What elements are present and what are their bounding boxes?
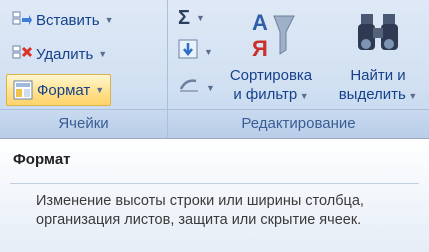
svg-text:Я: Я <box>252 36 268 61</box>
cells-group: Вставить ▼ Удалить ▼ Формат ▼ Ячейки <box>0 0 168 138</box>
find-select-button[interactable]: Найти и выделить ▼ <box>328 6 428 106</box>
find-label-line1: Найти и <box>350 67 406 84</box>
format-tooltip: Формат Изменение высоты строки или ширин… <box>0 138 429 252</box>
tooltip-title: Формат <box>13 151 71 168</box>
sort-filter-icon: А Я <box>246 6 296 66</box>
clear-button[interactable]: ▼ <box>178 76 218 100</box>
sum-icon: Σ <box>178 6 191 29</box>
eraser-icon <box>178 75 200 101</box>
insert-label: Вставить <box>36 11 100 29</box>
fill-button[interactable]: ▼ <box>178 39 218 65</box>
delete-cells-icon <box>12 44 33 64</box>
cells-group-caption: Ячейки <box>0 109 167 138</box>
sort-filter-button[interactable]: А Я Сортировка и фильтр ▼ <box>221 6 321 106</box>
find-label-line2: выделить <box>338 86 406 103</box>
ribbon: Вставить ▼ Удалить ▼ Формат ▼ Ячейки Σ ▼… <box>0 0 429 138</box>
chevron-down-icon: ▼ <box>206 83 215 93</box>
insert-button[interactable]: Вставить ▼ <box>12 6 114 34</box>
fill-down-icon <box>178 39 198 65</box>
editing-group: Σ ▼ ▼ ▼ А Я Сортировка и фильтр ▼ Найти … <box>168 0 429 138</box>
format-button[interactable]: Формат ▼ <box>6 74 112 106</box>
editing-group-caption: Редактирование <box>168 109 429 138</box>
delete-button[interactable]: Удалить ▼ <box>12 40 107 68</box>
chevron-down-icon: ▼ <box>104 15 114 25</box>
chevron-down-icon: ▼ <box>405 91 418 101</box>
autosum-button[interactable]: Σ ▼ <box>178 6 218 30</box>
tooltip-divider <box>10 183 419 184</box>
binoculars-icon <box>353 6 403 66</box>
sort-label-line2: и фильтр <box>233 86 298 103</box>
chevron-down-icon: ▼ <box>196 13 205 23</box>
insert-cells-icon <box>12 10 32 30</box>
delete-label: Удалить <box>36 45 94 63</box>
sort-label-line1: Сортировка <box>229 67 313 84</box>
svg-text:А: А <box>252 10 268 35</box>
chevron-down-icon: ▼ <box>204 47 213 57</box>
chevron-down-icon: ▼ <box>95 85 105 95</box>
chevron-down-icon: ▼ <box>297 91 309 101</box>
tooltip-body: Изменение высоты строки или ширины столб… <box>36 193 364 228</box>
format-cells-icon <box>13 80 33 100</box>
chevron-down-icon: ▼ <box>98 49 108 59</box>
format-label: Формат <box>37 81 91 99</box>
